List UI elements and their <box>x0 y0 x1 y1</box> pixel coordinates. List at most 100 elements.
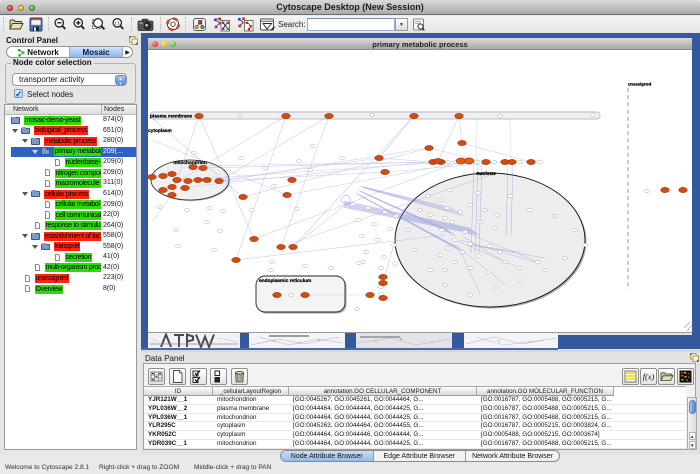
import-folder-icon[interactable] <box>658 368 675 385</box>
tree-row-label[interactable]: nitrogen compou <box>55 169 102 178</box>
tree-row[interactable]: macromolecule m311(0) <box>5 178 137 189</box>
delete-attribute-trash-icon[interactable] <box>231 368 248 385</box>
tree-row-label[interactable]: cellular metabol <box>55 200 101 209</box>
tree-row-label[interactable]: macromolecule m <box>55 179 102 188</box>
zoom-out-icon[interactable] <box>53 17 67 32</box>
new-network-copy-icon[interactable] <box>236 17 255 32</box>
control-panel-float-icon[interactable] <box>129 36 138 45</box>
tree-row-count: 209(0) <box>103 201 123 208</box>
tree-row[interactable]: establishment of loca558(0) <box>5 231 137 242</box>
table-row[interactable]: YKR052Ccytoplasm[GO:0044464, GO:0044446,… <box>144 431 686 440</box>
snapshot-camera-icon[interactable] <box>137 17 155 32</box>
tree-row[interactable]: mosaic-demo-yeast874(0) <box>5 115 137 126</box>
search-input[interactable] <box>307 18 395 31</box>
table-row[interactable]: YPL036W__1mitochondrion[GO:0044464, GO:0… <box>144 414 686 423</box>
svg-text:····: ···· <box>341 161 344 163</box>
tree-row[interactable]: nitrogen compou209(0) <box>5 168 137 179</box>
background-window-2 <box>249 333 345 349</box>
tree-row[interactable]: cell communicati22(0) <box>5 210 137 221</box>
table-column-header[interactable]: ID <box>144 387 213 396</box>
tree-expand-icon[interactable] <box>22 234 28 238</box>
search-label: Search: <box>278 20 306 29</box>
open-session-icon[interactable] <box>8 17 24 32</box>
table-column-header[interactable]: annotation.GO MOLECULAR_FUNCTION <box>477 387 614 396</box>
tree-row-label[interactable]: cell communicati <box>55 211 102 220</box>
table-cell: [GO:0045263, GO:0044464, GO:0044455, G..… <box>293 422 475 431</box>
table-column-header[interactable]: _cellularLayoutRegion <box>213 387 289 396</box>
table-column-header[interactable]: annotation.GO CELLULAR_COMPONENT <box>289 387 477 396</box>
table-row[interactable]: YPL036W__2plasma membrane[GO:0044464, GO… <box>144 405 686 414</box>
tree-row-label[interactable]: metabolic process <box>44 137 97 146</box>
new-attribute-icon[interactable] <box>169 368 186 385</box>
tree-row-label[interactable]: unassigned <box>35 274 70 283</box>
zoom-selected-icon[interactable] <box>91 17 107 32</box>
scroll-down-icon[interactable]: ▼ <box>689 441 697 450</box>
combo-stepper-icon[interactable]: ▲▼ <box>115 75 126 85</box>
network-frame-titlebar[interactable]: primary metabolic process <box>148 38 692 50</box>
zoom-one-to-one-icon[interactable]: 1:1 <box>111 17 125 32</box>
tree-row-label[interactable]: nucleobase-con <box>65 158 102 167</box>
attribute-batch-icon[interactable] <box>622 368 639 385</box>
table-row[interactable]: YLR295Ccytoplasm[GO:0045263, GO:0044464,… <box>144 422 686 431</box>
tree-row-label[interactable]: Overview <box>35 285 64 294</box>
tree-row[interactable]: unassigned223(0) <box>5 273 137 284</box>
tab-mosaic[interactable]: Mosaic <box>69 47 123 57</box>
annotation-window-icon[interactable] <box>259 17 276 32</box>
tree-row-label[interactable]: multi-organism proc <box>45 263 102 272</box>
search-config-icon[interactable] <box>412 17 426 32</box>
table-row[interactable]: YDR039C__1mitochondrion[GO:0044464, GO:0… <box>144 440 686 449</box>
tree-row-label[interactable]: secretion <box>65 253 93 262</box>
browser-tab[interactable]: Edge Attribute Browser <box>374 451 467 461</box>
unselect-attributes-icon[interactable] <box>210 368 227 385</box>
zoom-in-icon[interactable] <box>72 17 86 32</box>
new-network-selection-icon[interactable] <box>212 17 232 32</box>
tree-row-label[interactable]: establishment of loca <box>44 232 102 241</box>
tree-expand-icon[interactable] <box>12 129 18 133</box>
data-panel-float-icon[interactable] <box>690 353 699 362</box>
select-attributes-icon[interactable] <box>190 368 207 385</box>
tree-expand-icon[interactable] <box>22 139 28 143</box>
scroll-up-icon[interactable]: ▲ <box>689 432 697 441</box>
tree-row[interactable]: Overview8(0) <box>5 284 137 295</box>
tree-expand-icon[interactable] <box>22 192 28 196</box>
tree-row[interactable]: nucleobase-con209(0) <box>5 157 137 168</box>
table-row[interactable]: YJR121W__1mitochondrion[GO:0045267, GO:0… <box>144 396 686 405</box>
tree-row-label[interactable]: transport <box>54 242 81 251</box>
tree-row-label[interactable]: response to stimulu <box>45 221 102 230</box>
tree-row[interactable]: multi-organism proc42(0) <box>5 263 137 274</box>
help-lifering-icon[interactable] <box>166 17 180 32</box>
search-dropdown-button[interactable]: ▼ <box>395 18 408 31</box>
tree-row[interactable]: metabolic process280(0) <box>5 136 137 147</box>
save-session-icon[interactable] <box>29 17 43 32</box>
tree-row-label[interactable]: primary metabolic <box>54 147 102 156</box>
folder-icon <box>41 149 50 156</box>
select-nodes-checkbox[interactable]: ✓ <box>14 89 23 98</box>
tree-row[interactable]: cellular process614(0) <box>5 189 137 200</box>
svg-text:····: ···· <box>476 165 479 167</box>
tree-row[interactable]: primary metabolic209(... <box>5 147 137 158</box>
svg-text:····: ···· <box>208 211 211 213</box>
tree-row[interactable]: cellular metabol209(0) <box>5 199 137 210</box>
formula-fx-icon[interactable]: f(x) <box>640 368 657 385</box>
tree-expand-icon[interactable] <box>32 150 38 154</box>
tab-network[interactable]: Network <box>7 47 69 57</box>
attribute-grid-icon[interactable] <box>148 368 165 385</box>
tree-row[interactable]: response to stimulu264(0) <box>5 220 137 231</box>
tree-row[interactable]: transport558(0) <box>5 242 137 253</box>
browser-tab[interactable]: Node Attribute Browser <box>281 451 374 461</box>
table-cell: mitochondrion <box>217 440 287 449</box>
tree-row-label[interactable]: mosaic-demo-yeast <box>24 116 82 125</box>
network-canvas[interactable]: plasma membranecytoplasmmitochondrionnuc… <box>148 50 692 333</box>
table-scrollbar[interactable]: ▲ ▼ <box>687 397 697 450</box>
table-scrollbar-thumb[interactable] <box>689 400 696 414</box>
vizmapper-icon[interactable] <box>192 17 207 32</box>
tree-row[interactable]: biological_process651(0) <box>5 126 137 137</box>
node-color-combo[interactable]: transporter activity <box>12 73 127 86</box>
tree-row-label[interactable]: cellular process <box>44 190 90 199</box>
tree-row[interactable]: secretion41(0) <box>5 252 137 263</box>
tab-overflow-arrow[interactable]: ▶ <box>123 47 132 57</box>
tree-expand-icon[interactable] <box>32 245 38 249</box>
heatmap-matrix-icon[interactable] <box>677 368 694 385</box>
browser-tab[interactable]: Network Attribute Browser <box>466 451 559 461</box>
tree-row-label[interactable]: biological_process <box>34 126 88 135</box>
